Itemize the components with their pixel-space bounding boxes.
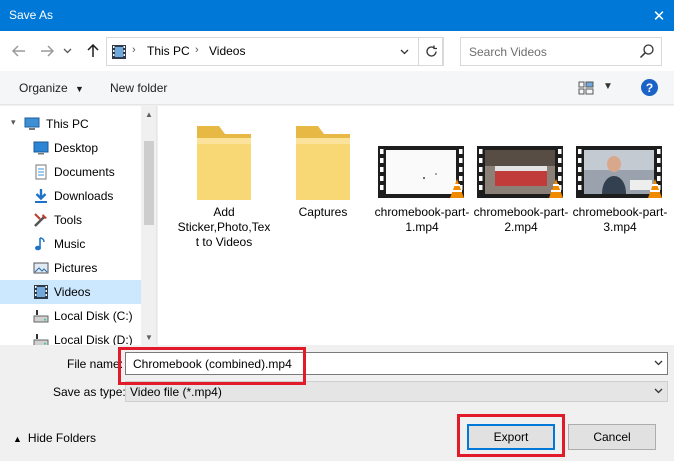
download-icon <box>35 189 47 203</box>
tools-icon <box>34 213 47 227</box>
sidebar-item-label: This PC <box>46 117 89 131</box>
file-item-video[interactable]: chromebook-part-2.mp4 <box>473 110 569 250</box>
breadcrumb-separator: › <box>132 44 136 56</box>
address-history-dropdown[interactable] <box>393 38 415 65</box>
breadcrumb-separator: › <box>195 44 199 56</box>
forward-button[interactable] <box>38 41 56 61</box>
sidebar-item-label: Videos <box>54 285 91 299</box>
videos-icon <box>34 285 48 299</box>
sidebar-item-pictures[interactable]: Pictures <box>0 256 141 280</box>
chevron-down-icon <box>400 49 408 54</box>
sidebar-item-label: Downloads <box>54 189 114 203</box>
sidebar-item-tools[interactable]: Tools <box>0 208 141 232</box>
drive-icon <box>33 310 49 323</box>
file-name: chromebook-part-2.mp4 <box>473 205 569 234</box>
file-name: chromebook-part-3.mp4 <box>572 205 668 234</box>
cancel-button[interactable]: Cancel <box>568 424 656 450</box>
file-name: chromebook-part-1.mp4 <box>374 205 470 234</box>
title-bar: Save As ✕ <box>0 0 674 31</box>
sidebar-scrollbar[interactable]: ▲ ▼ <box>141 106 156 345</box>
sidebar-item-music[interactable]: Music <box>0 232 141 256</box>
file-name-field[interactable]: Chromebook (combined).mp4 <box>125 352 668 375</box>
file-item-video[interactable]: chromebook-part-3.mp4 <box>572 110 668 250</box>
export-button[interactable]: Export <box>467 424 555 450</box>
sidebar-item-label: Local Disk (C:) <box>54 309 133 323</box>
command-bar: Organize ▼ New folder ▼ ? <box>0 71 674 105</box>
sidebar-item-label: Local Disk (D:) <box>54 333 133 345</box>
window-title: Save As <box>9 8 54 22</box>
save-as-type-value: Video file (*.mp4) <box>130 385 222 399</box>
file-name-value: Chromebook (combined).mp4 <box>133 357 292 371</box>
video-thumbnail <box>378 146 464 198</box>
scrollbar-thumb[interactable] <box>144 141 154 225</box>
recent-locations-button[interactable] <box>58 41 76 61</box>
documents-icon <box>35 164 47 180</box>
arrow-up-icon <box>87 44 99 57</box>
chevron-up-icon: ▲ <box>13 434 22 444</box>
sidebar-item-documents[interactable]: Documents <box>0 160 141 184</box>
sidebar-item-label: Tools <box>54 213 83 227</box>
close-button[interactable]: ✕ <box>644 0 674 31</box>
breadcrumb-this-pc[interactable]: This PC <box>147 44 190 58</box>
video-thumbnail <box>477 146 563 198</box>
video-thumbnail <box>576 146 662 198</box>
pc-icon <box>24 117 40 130</box>
address-bar[interactable]: › This PC › Videos <box>106 37 443 66</box>
sidebar-item-videos[interactable]: Videos <box>0 280 141 304</box>
chevron-down-icon[interactable] <box>654 358 663 368</box>
chevron-down-icon <box>63 48 71 54</box>
organize-label: Organize <box>19 81 68 95</box>
save-as-type-select[interactable]: Video file (*.mp4) <box>125 381 668 402</box>
pictures-icon <box>33 262 49 274</box>
refresh-button[interactable] <box>418 37 444 66</box>
folder-icon <box>197 126 251 200</box>
chevron-down-icon <box>654 386 663 396</box>
file-list: Add Sticker,Photo,Text to Videos Capture… <box>158 106 674 345</box>
hide-folders-button[interactable]: ▲ Hide Folders <box>13 431 96 445</box>
file-name: Captures <box>298 205 348 219</box>
back-button[interactable] <box>10 41 28 61</box>
file-name-label: File name: <box>67 357 124 371</box>
search-icon[interactable] <box>639 43 655 59</box>
sidebar-item-label: Pictures <box>54 261 98 275</box>
file-item-folder[interactable]: Captures <box>275 110 371 250</box>
sidebar-item-local-disk-d[interactable]: Local Disk (D:) <box>0 328 141 345</box>
file-item-folder[interactable]: Add Sticker,Photo,Text to Videos <box>176 110 272 250</box>
up-button[interactable] <box>84 41 102 61</box>
sidebar-item-label: Documents <box>54 165 115 179</box>
search-box[interactable]: Search Videos <box>460 37 662 66</box>
collapse-arrow-icon[interactable]: ▾ <box>11 117 16 128</box>
change-view-icon[interactable] <box>578 81 594 95</box>
music-icon <box>35 237 45 251</box>
help-button[interactable]: ? <box>641 79 658 96</box>
save-form: File name: Chromebook (combined).mp4 Sav… <box>0 345 674 461</box>
arrow-right-icon <box>41 45 54 57</box>
navigation-pane: ▾ This PC Desktop Documents Downloads To… <box>0 106 157 345</box>
chevron-down-icon: ▼ <box>75 84 84 94</box>
videos-folder-icon <box>112 45 126 59</box>
hide-folders-label: Hide Folders <box>27 431 96 445</box>
breadcrumb-videos[interactable]: Videos <box>209 44 245 58</box>
view-options-dropdown[interactable]: ▼ <box>603 81 613 92</box>
scroll-up-arrow-icon[interactable]: ▲ <box>141 106 156 122</box>
scroll-down-arrow-icon[interactable]: ▼ <box>141 329 156 345</box>
sidebar-item-this-pc[interactable]: ▾ This PC <box>0 112 141 136</box>
organize-button[interactable]: Organize ▼ <box>19 81 84 95</box>
drive-icon <box>33 334 49 345</box>
sidebar-item-label: Desktop <box>54 141 99 155</box>
sidebar-item-local-disk-c[interactable]: Local Disk (C:) <box>0 304 141 328</box>
new-folder-button[interactable]: New folder <box>110 81 167 95</box>
file-item-video[interactable]: chromebook-part-1.mp4 <box>374 110 470 250</box>
save-as-type-label: Save as type: <box>53 385 126 399</box>
sidebar-item-label: Music <box>54 237 86 251</box>
file-name: Add Sticker,Photo,Text to Videos <box>177 205 271 249</box>
sidebar-item-downloads[interactable]: Downloads <box>0 184 141 208</box>
arrow-left-icon <box>12 45 25 57</box>
search-placeholder: Search Videos <box>469 45 547 59</box>
navigation-bar: › This PC › Videos Search Videos <box>0 31 674 71</box>
refresh-icon <box>425 45 437 57</box>
sidebar-item-desktop[interactable]: Desktop <box>0 136 141 160</box>
folder-icon <box>296 126 350 200</box>
desktop-icon <box>33 141 49 155</box>
